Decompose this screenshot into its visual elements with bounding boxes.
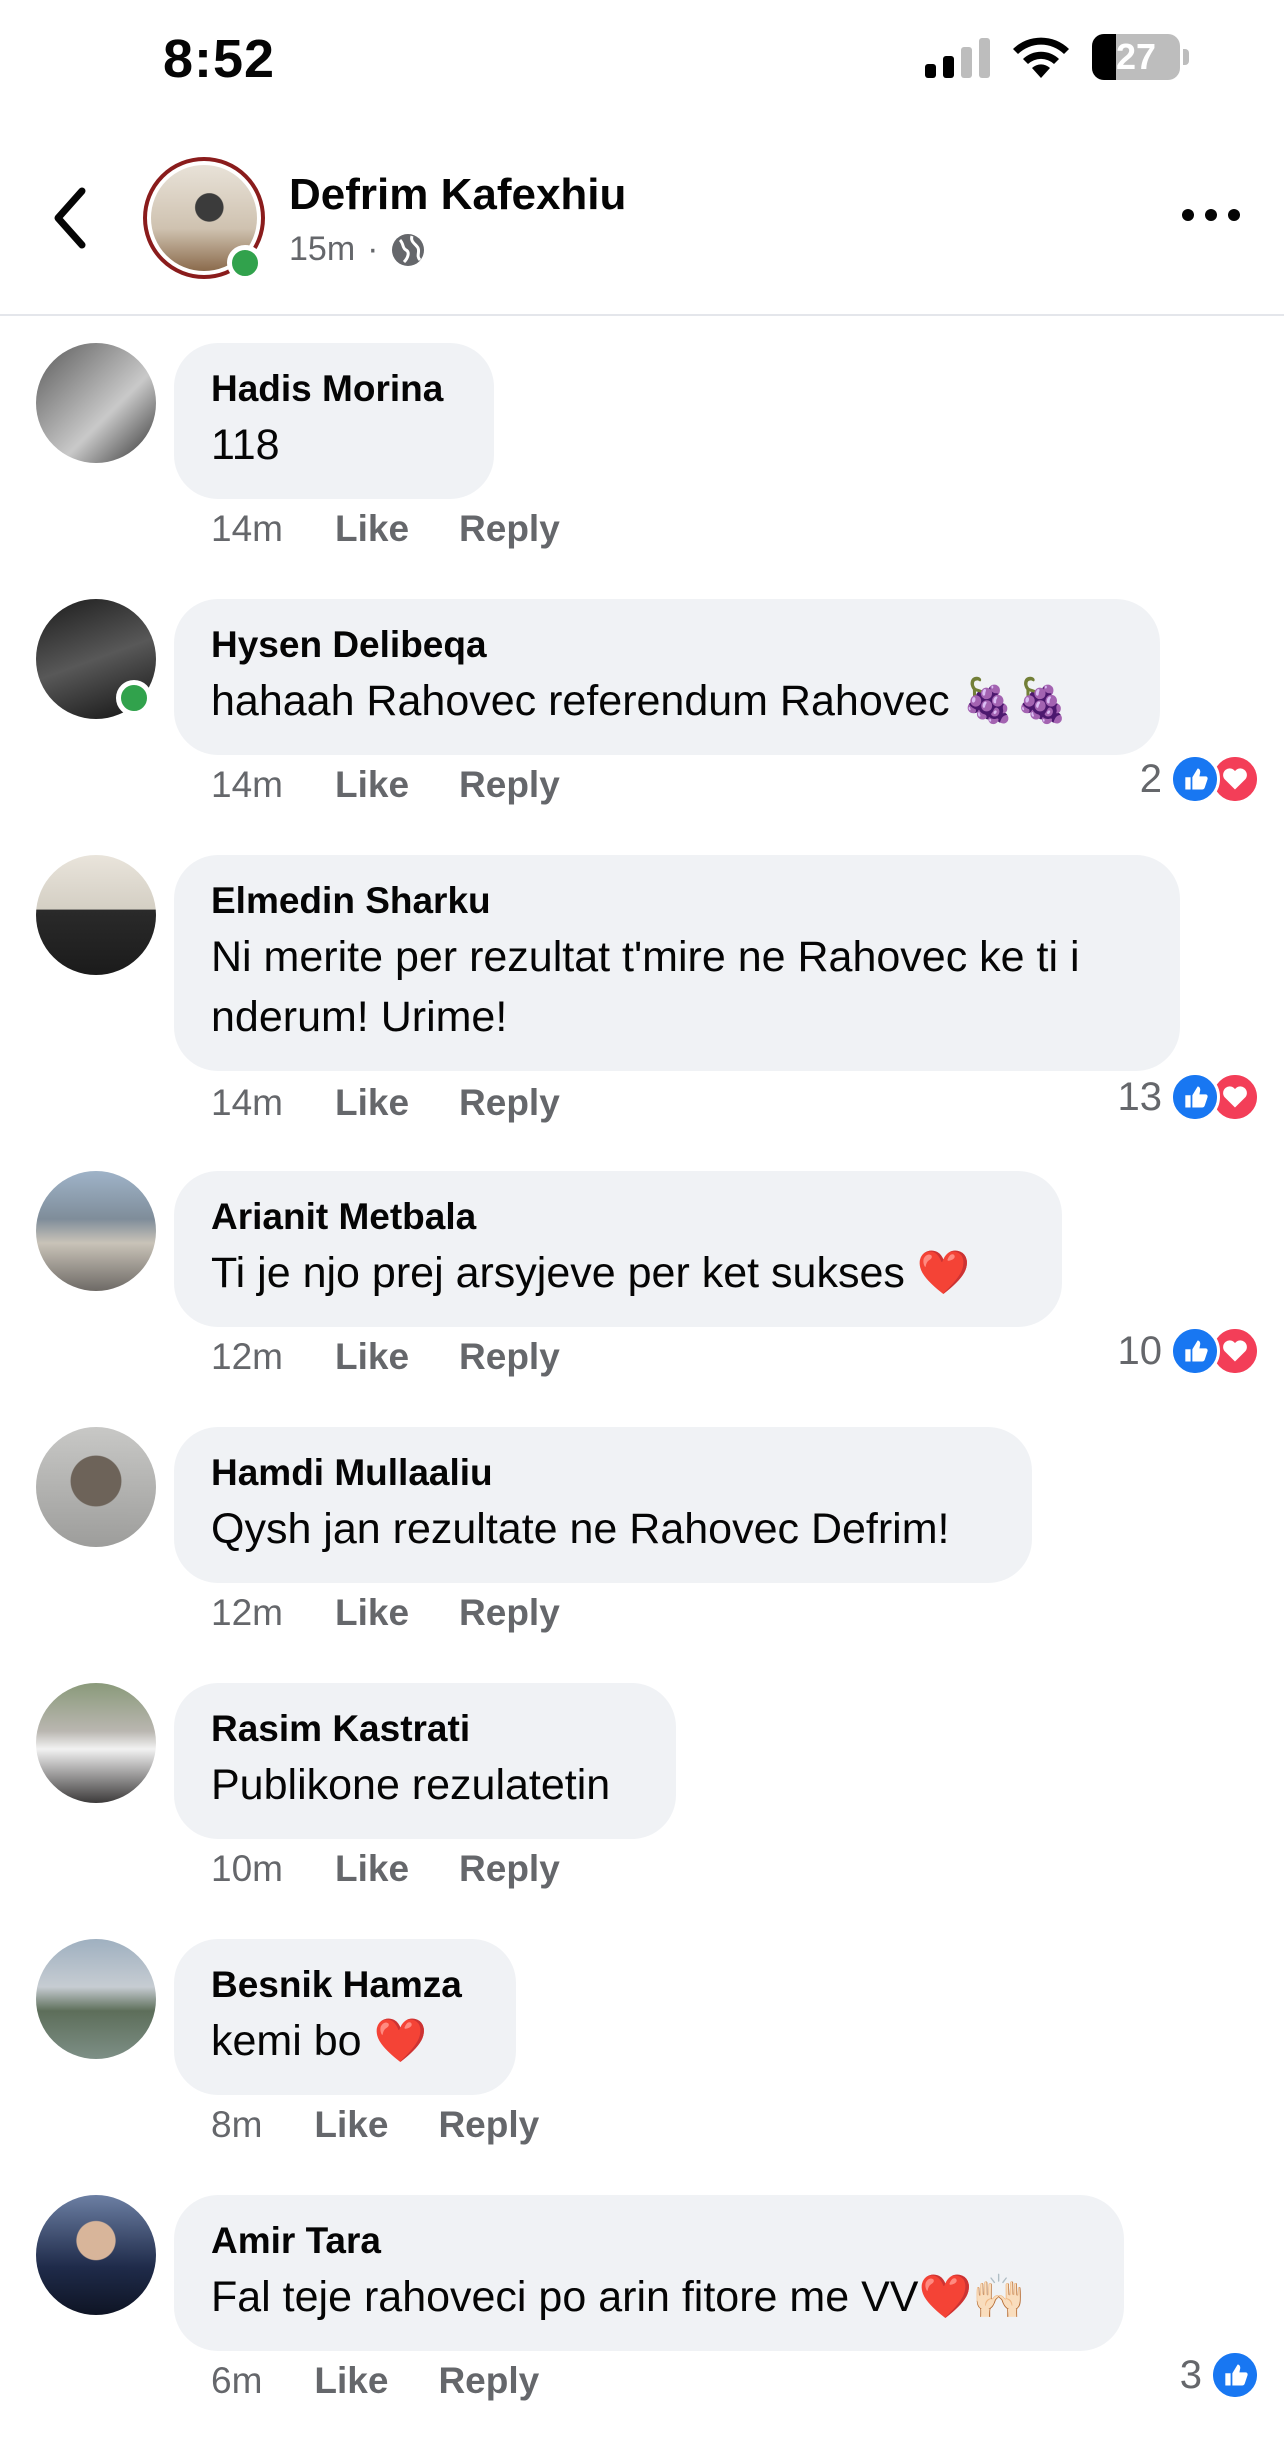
- comment-time[interactable]: 12m: [211, 1592, 283, 1634]
- comment-text: Qysh jan rezultate ne Rahovec Defrim!: [211, 1505, 950, 1553]
- like-button[interactable]: Like: [335, 1592, 409, 1634]
- back-arrow-icon[interactable]: [50, 185, 90, 251]
- comment-text: Ni merite per rezultat t'mire ne Rahovec…: [211, 933, 1080, 1041]
- commenter-avatar[interactable]: [36, 2195, 156, 2315]
- heart-emoji: ❤️: [373, 2016, 428, 2066]
- comment-text: hahaah Rahovec referendum Rahovec 🍇🍇: [211, 676, 1069, 726]
- commenter-name[interactable]: Arianit Metbala: [211, 1195, 1025, 1239]
- like-reaction-icon: [1170, 1072, 1220, 1122]
- status-bar: 8:52 27: [0, 0, 1284, 130]
- commenter-name[interactable]: Hadis Morina: [211, 367, 457, 411]
- comment-bubble: Rasim Kastrati Publikone rezulatetin: [174, 1683, 676, 1839]
- reaction-summary[interactable]: 13: [1117, 1072, 1260, 1122]
- comment-text: 118: [211, 421, 280, 469]
- comment-time[interactable]: 14m: [211, 508, 283, 550]
- reaction-summary[interactable]: 2: [1140, 754, 1260, 804]
- comment-actions: 14m Like Reply: [211, 764, 610, 806]
- reaction-summary[interactable]: 3: [1180, 2350, 1260, 2400]
- comment-bubble: Hamdi Mullaaliu Qysh jan rezultate ne Ra…: [174, 1427, 1032, 1583]
- online-status-dot: [116, 680, 152, 716]
- commenter-name[interactable]: Hysen Delibeqa: [211, 623, 1123, 667]
- reply-button[interactable]: Reply: [459, 1592, 560, 1634]
- comment-bubble: Arianit Metbala Ti je njo prej arsyjeve …: [174, 1171, 1062, 1327]
- post-header: Defrim Kafexhiu 15m ·: [0, 130, 1284, 316]
- online-status-dot: [227, 245, 263, 281]
- comment-text: kemi bo ❤️: [211, 2016, 428, 2066]
- comment-time[interactable]: 6m: [211, 2360, 262, 2402]
- like-button[interactable]: Like: [314, 2104, 388, 2146]
- reaction-summary[interactable]: 10: [1117, 1326, 1260, 1376]
- comment-time[interactable]: 14m: [211, 1082, 283, 1124]
- commenter-avatar[interactable]: [36, 1939, 156, 2059]
- heart-emoji: ❤️: [918, 2272, 972, 2322]
- like-button[interactable]: Like: [335, 1848, 409, 1890]
- author-name[interactable]: Defrim Kafexhiu: [289, 170, 626, 220]
- heart-emoji: ❤️: [916, 1248, 971, 1298]
- commenter-name[interactable]: Amir Tara: [211, 2219, 1087, 2263]
- battery-icon: 27: [1092, 34, 1190, 80]
- commenter-name[interactable]: Hamdi Mullaaliu: [211, 1451, 995, 1495]
- meta-separator: ·: [367, 230, 379, 268]
- commenter-avatar[interactable]: [36, 855, 156, 975]
- commenter-avatar[interactable]: [36, 1427, 156, 1547]
- commenter-name[interactable]: Besnik Hamza: [211, 1963, 479, 2007]
- reply-button[interactable]: Reply: [438, 2360, 539, 2402]
- comment-actions: 12m Like Reply: [211, 1592, 610, 1634]
- like-reaction-icon: [1170, 754, 1220, 804]
- reply-button[interactable]: Reply: [438, 2104, 539, 2146]
- grapes-emoji: 🍇🍇: [961, 676, 1069, 726]
- comment-bubble: Amir Tara Fal teje rahoveci po arin fito…: [174, 2195, 1124, 2351]
- comment-actions: 8m Like Reply: [211, 2104, 589, 2146]
- cellular-signal-icon: [925, 38, 990, 78]
- like-button[interactable]: Like: [335, 1082, 409, 1124]
- like-button[interactable]: Like: [335, 508, 409, 550]
- like-reaction-icon: [1170, 1326, 1220, 1376]
- comment-bubble: Hysen Delibeqa hahaah Rahovec referendum…: [174, 599, 1160, 755]
- reaction-count: 10: [1117, 1328, 1163, 1373]
- more-options-icon[interactable]: [1180, 200, 1242, 230]
- comment-time[interactable]: 8m: [211, 2104, 262, 2146]
- reply-button[interactable]: Reply: [459, 1848, 560, 1890]
- reply-button[interactable]: Reply: [459, 764, 560, 806]
- raising-hands-emoji: 🙌🏻: [972, 2272, 1026, 2322]
- comment-text: Ti je njo prej arsyjeve per ket sukses ❤…: [211, 1248, 971, 1298]
- reaction-count: 13: [1117, 1074, 1163, 1119]
- comment-text: Fal teje rahoveci po arin fitore me VV❤️…: [211, 2272, 1026, 2322]
- commenter-name[interactable]: Elmedin Sharku: [211, 879, 1143, 923]
- post-time[interactable]: 15m: [289, 230, 355, 269]
- comment-actions: 6m Like Reply: [211, 2360, 589, 2402]
- comment-time[interactable]: 10m: [211, 1848, 283, 1890]
- comment-bubble: Besnik Hamza kemi bo ❤️: [174, 1939, 516, 2095]
- comment-time[interactable]: 14m: [211, 764, 283, 806]
- like-button[interactable]: Like: [335, 764, 409, 806]
- reply-button[interactable]: Reply: [459, 1082, 560, 1124]
- comment-actions: 10m Like Reply: [211, 1848, 610, 1890]
- comment-actions: 12m Like Reply: [211, 1336, 610, 1378]
- like-button[interactable]: Like: [335, 1336, 409, 1378]
- like-reaction-icon: [1210, 2350, 1260, 2400]
- reply-button[interactable]: Reply: [459, 508, 560, 550]
- commenter-avatar[interactable]: [36, 1171, 156, 1291]
- comment-bubble: Elmedin Sharku Ni merite per rezultat t'…: [174, 855, 1180, 1071]
- reaction-count: 3: [1179, 2352, 1202, 2397]
- reply-button[interactable]: Reply: [459, 1336, 560, 1378]
- comment-actions: 14m Like Reply: [211, 508, 610, 550]
- like-button[interactable]: Like: [314, 2360, 388, 2402]
- wifi-icon: [1013, 37, 1069, 78]
- reaction-count: 2: [1139, 756, 1162, 801]
- globe-icon: [392, 233, 425, 266]
- comment-actions: 14m Like Reply: [211, 1082, 610, 1124]
- battery-level: 27: [1115, 36, 1157, 77]
- commenter-avatar[interactable]: [36, 343, 156, 463]
- comment-time[interactable]: 12m: [211, 1336, 283, 1378]
- comment-text: Publikone rezulatetin: [211, 1761, 611, 1809]
- post-meta: 15m ·: [289, 230, 426, 269]
- status-time: 8:52: [163, 29, 276, 89]
- comment-bubble: Hadis Morina 118: [174, 343, 494, 499]
- commenter-name[interactable]: Rasim Kastrati: [211, 1707, 639, 1751]
- commenter-avatar[interactable]: [36, 1683, 156, 1803]
